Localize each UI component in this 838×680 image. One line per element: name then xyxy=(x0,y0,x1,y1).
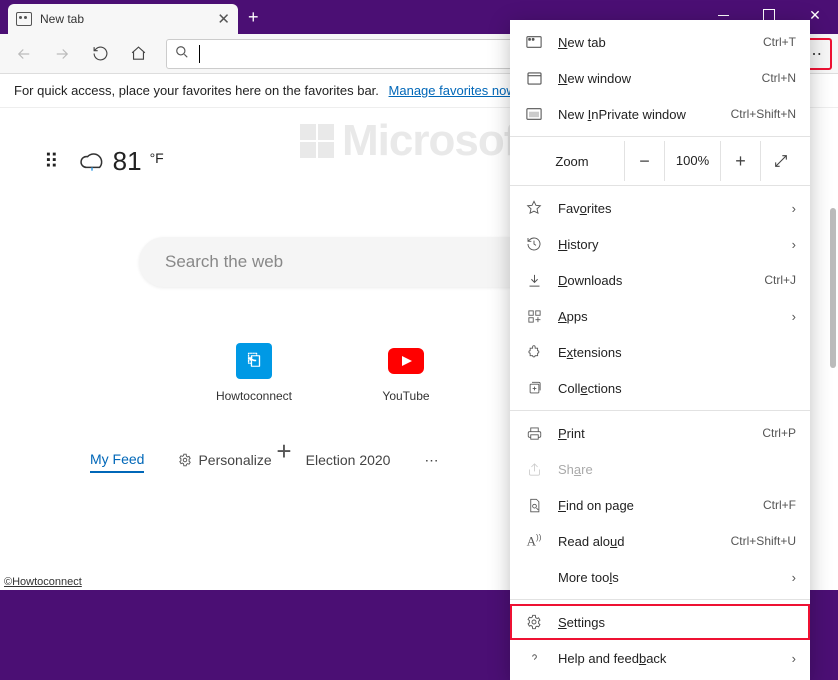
window-icon xyxy=(524,72,544,85)
site-howtoconnect[interactable]: ⎗ Howtoconnect xyxy=(210,343,298,403)
favbar-text: For quick access, place your favorites h… xyxy=(14,83,379,98)
menu-find[interactable]: Find on page Ctrl+F xyxy=(510,487,810,523)
menu-new-inprivate[interactable]: New InPrivate window Ctrl+Shift+N xyxy=(510,96,810,132)
youtube-icon xyxy=(388,343,424,379)
tab-my-feed[interactable]: My Feed xyxy=(90,451,144,473)
weather-unit: °F xyxy=(150,150,164,166)
tab-title: New tab xyxy=(40,12,217,26)
site-youtube[interactable]: YouTube xyxy=(362,343,450,403)
zoom-out-button[interactable]: − xyxy=(624,141,664,181)
newtab-icon xyxy=(524,35,544,49)
chevron-right-icon: › xyxy=(792,201,796,216)
site-icon: ⎗ xyxy=(236,343,272,379)
menu-collections[interactable]: Collections xyxy=(510,370,810,406)
scroll-thumb[interactable] xyxy=(830,208,836,368)
forward-button[interactable] xyxy=(44,38,80,70)
microsoft-watermark: Microsoft xyxy=(300,116,531,166)
menu-print[interactable]: Print Ctrl+P xyxy=(510,415,810,451)
chevron-right-icon: › xyxy=(792,570,796,585)
tab-election[interactable]: Election 2020 xyxy=(306,452,391,472)
tab-personalize[interactable]: Personalize xyxy=(178,452,271,472)
search-placeholder: Search the web xyxy=(165,252,283,272)
share-icon xyxy=(524,462,544,477)
menu-downloads[interactable]: Downloads Ctrl+J xyxy=(510,262,810,298)
search-icon xyxy=(175,45,189,62)
fullscreen-button[interactable] xyxy=(760,141,800,181)
close-tab-icon[interactable]: ✕ xyxy=(217,10,230,28)
browser-tab[interactable]: New tab ✕ xyxy=(8,4,238,34)
star-icon xyxy=(524,200,544,216)
scrollbar[interactable] xyxy=(830,76,836,584)
feed-tabs: My Feed Personalize Election 2020 ⋯ xyxy=(90,451,438,473)
tab-more[interactable]: ⋯ xyxy=(424,452,438,473)
newtab-icon xyxy=(16,12,32,26)
refresh-button[interactable] xyxy=(82,38,118,70)
menu-favorites[interactable]: Favorites › xyxy=(510,190,810,226)
help-icon xyxy=(524,651,544,666)
quick-links-icon[interactable]: ⠿ xyxy=(44,149,61,174)
menu-extensions[interactable]: Extensions xyxy=(510,334,810,370)
back-button[interactable] xyxy=(6,38,42,70)
find-icon xyxy=(524,498,544,513)
credit: ©Howtoconnect xyxy=(4,576,82,588)
manage-favorites-link[interactable]: Manage favorites now xyxy=(389,83,516,98)
gear-icon xyxy=(524,614,544,630)
menu-zoom: Zoom − 100% + xyxy=(510,141,810,181)
weather-icon xyxy=(79,149,105,175)
zoom-level: 100% xyxy=(664,141,720,181)
read-aloud-icon: A)) xyxy=(524,533,544,549)
zoom-in-button[interactable]: + xyxy=(720,141,760,181)
print-icon xyxy=(524,426,544,441)
weather-widget[interactable]: 81 °F xyxy=(79,146,164,177)
weather-temp: 81 xyxy=(113,146,142,177)
more-menu: New tab Ctrl+T New window Ctrl+N New InP… xyxy=(510,20,810,680)
chevron-right-icon: › xyxy=(792,309,796,324)
chevron-right-icon: › xyxy=(792,237,796,252)
collections-icon xyxy=(524,381,544,396)
chevron-right-icon: › xyxy=(792,651,796,666)
menu-settings[interactable]: Settings xyxy=(510,604,810,640)
menu-read-aloud[interactable]: A)) Read aloud Ctrl+Shift+U xyxy=(510,523,810,559)
home-button[interactable] xyxy=(120,38,156,70)
gear-icon xyxy=(178,453,192,467)
history-icon xyxy=(524,236,544,252)
menu-new-window[interactable]: New window Ctrl+N xyxy=(510,60,810,96)
menu-history[interactable]: History › xyxy=(510,226,810,262)
microsoft-logo-icon xyxy=(300,124,334,158)
menu-new-tab[interactable]: New tab Ctrl+T xyxy=(510,24,810,60)
add-tab-button[interactable]: + xyxy=(248,7,259,28)
apps-icon xyxy=(524,309,544,324)
menu-help[interactable]: Help and feedback › xyxy=(510,640,810,676)
menu-apps[interactable]: Apps › xyxy=(510,298,810,334)
inprivate-icon xyxy=(524,107,544,121)
downloads-icon xyxy=(524,273,544,288)
extensions-icon xyxy=(524,345,544,360)
menu-share: Share xyxy=(510,451,810,487)
